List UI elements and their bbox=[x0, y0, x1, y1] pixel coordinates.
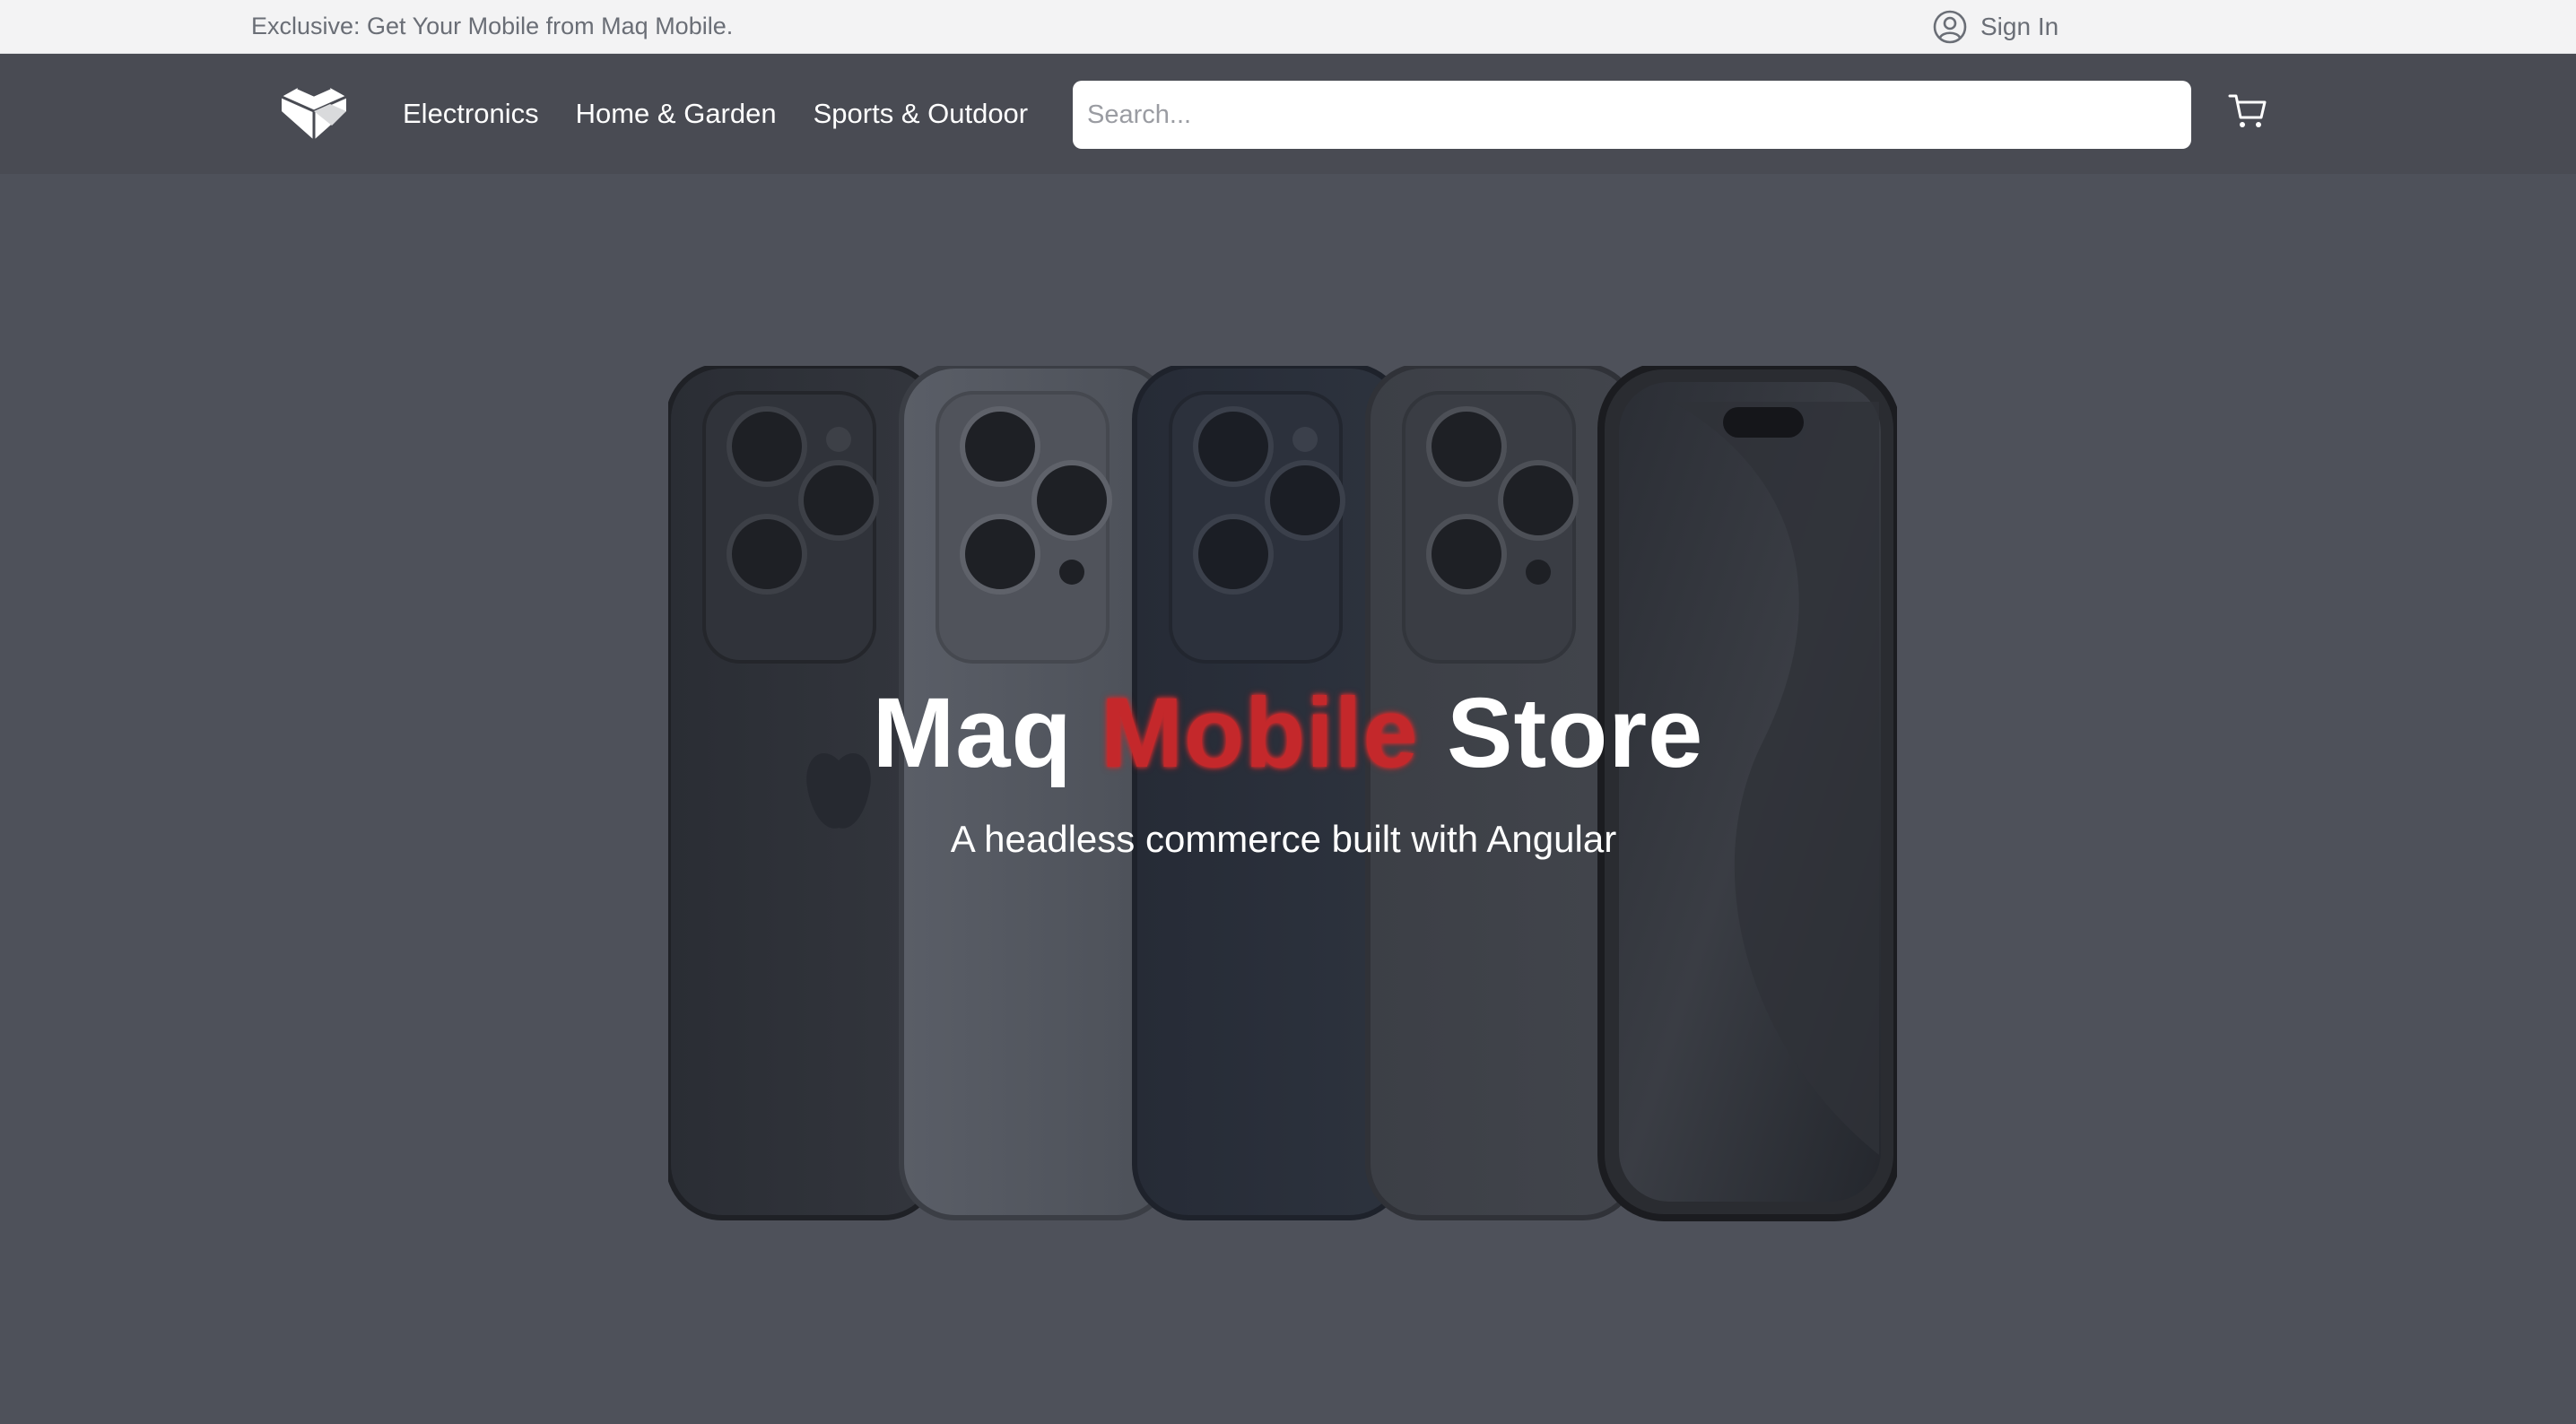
hero-banner: Maq Mobile Store A headless commerce bui… bbox=[0, 174, 2576, 1424]
announcement-bar: Exclusive: Get Your Mobile from Maq Mobi… bbox=[0, 0, 2576, 54]
hero-title-accent: Mobile bbox=[1101, 678, 1419, 788]
smartphones-lineup-image bbox=[668, 366, 1897, 1221]
hero-subtitle: A headless commerce built with Angular bbox=[950, 818, 1617, 860]
heart-cube-logo-icon[interactable] bbox=[276, 84, 352, 143]
nav-item-home-garden[interactable]: Home & Garden bbox=[576, 98, 777, 130]
nav-item-sports-outdoor[interactable]: Sports & Outdoor bbox=[814, 98, 1029, 130]
main-nav: Electronics Home & Garden Sports & Outdo… bbox=[403, 54, 1065, 174]
hero-title-part1: Maq bbox=[872, 678, 1073, 788]
user-circle-icon bbox=[1932, 9, 1968, 45]
nav-item-electronics[interactable]: Electronics bbox=[403, 98, 539, 130]
hero-title: Maq Mobile Store bbox=[0, 676, 2576, 790]
announcement-text: Exclusive: Get Your Mobile from Maq Mobi… bbox=[251, 13, 734, 39]
search-input[interactable] bbox=[1073, 81, 2191, 149]
cart-icon[interactable] bbox=[2224, 88, 2271, 135]
site-header: Electronics Home & Garden Sports & Outdo… bbox=[0, 54, 2576, 174]
hero-title-part2: Store bbox=[1447, 678, 1704, 788]
sign-in-link[interactable]: Sign In bbox=[1932, 0, 2058, 54]
sign-in-label: Sign In bbox=[1980, 13, 2059, 40]
